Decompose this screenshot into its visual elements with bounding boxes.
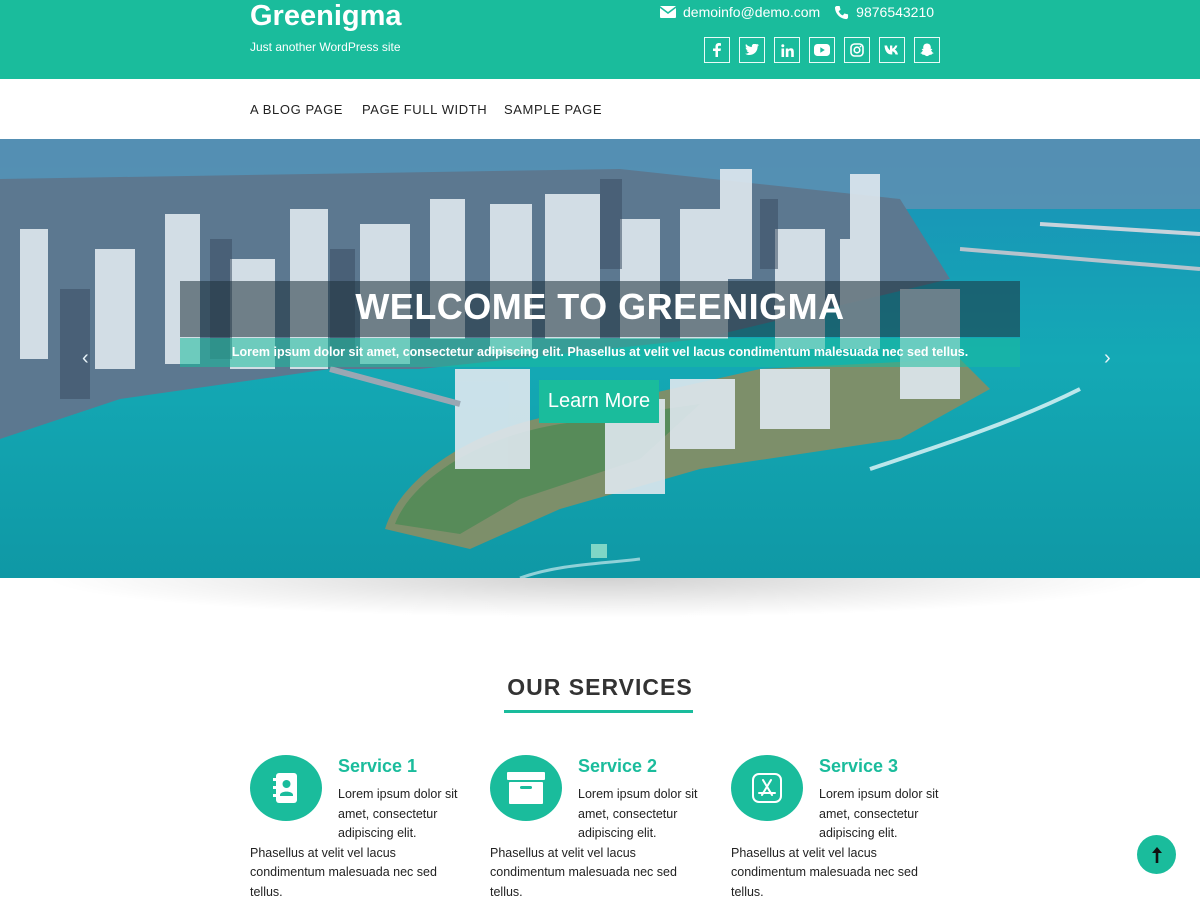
- nav-item-blog-page[interactable]: A BLOG PAGE: [250, 102, 343, 117]
- back-to-top-button[interactable]: [1137, 835, 1176, 874]
- service-card-3: Service 3 Lorem ipsum dolor sit amet, co…: [731, 755, 951, 902]
- services-heading-underline: [504, 710, 693, 713]
- learn-more-button[interactable]: Learn More: [539, 380, 659, 423]
- nav-item-page-full-width[interactable]: PAGE FULL WIDTH: [362, 102, 487, 117]
- site-title[interactable]: Greenigma: [250, 0, 402, 32]
- twitter-icon[interactable]: [739, 37, 765, 63]
- arrow-up-icon: [1151, 846, 1162, 863]
- vk-icon[interactable]: [879, 37, 905, 63]
- app-store-icon: [731, 755, 803, 821]
- hero-title: WELCOME TO GREENIGMA: [355, 286, 845, 327]
- facebook-icon[interactable]: [704, 37, 730, 63]
- youtube-icon[interactable]: [809, 37, 835, 63]
- social-links: [704, 37, 949, 63]
- main-navigation: A BLOG PAGE PAGE FULL WIDTH SAMPLE PAGE: [0, 79, 1200, 139]
- services-heading: OUR SERVICES: [507, 674, 693, 700]
- contact-phone[interactable]: 9876543210: [856, 4, 934, 20]
- top-header: Greenigma Just another WordPress site de…: [0, 0, 1200, 79]
- site-tagline: Just another WordPress site: [250, 40, 401, 54]
- slider-prev-arrow-icon[interactable]: ‹: [82, 347, 89, 370]
- slider-pagination-dot[interactable]: [591, 544, 607, 558]
- hero-shadow: [40, 578, 1160, 618]
- snapchat-icon[interactable]: [914, 37, 940, 63]
- hero-subtitle: Lorem ipsum dolor sit amet, consectetur …: [231, 345, 969, 359]
- linkedin-icon[interactable]: [774, 37, 800, 63]
- hero-slider: WELCOME TO GREENIGMA Lorem ipsum dolor s…: [0, 139, 1200, 578]
- archive-box-icon: [490, 755, 562, 821]
- slider-next-arrow-icon[interactable]: ›: [1104, 347, 1111, 370]
- service-card-1: Service 1 Lorem ipsum dolor sit amet, co…: [250, 755, 470, 902]
- contact-info: demoinfo@demo.com 9876543210: [660, 4, 948, 20]
- contact-email[interactable]: demoinfo@demo.com: [683, 4, 820, 20]
- envelope-icon: [660, 6, 676, 18]
- instagram-icon[interactable]: [844, 37, 870, 63]
- nav-item-sample-page[interactable]: SAMPLE PAGE: [504, 102, 602, 117]
- address-book-icon: [250, 755, 322, 821]
- phone-icon: [835, 5, 849, 19]
- service-card-2: Service 2 Lorem ipsum dolor sit amet, co…: [490, 755, 710, 902]
